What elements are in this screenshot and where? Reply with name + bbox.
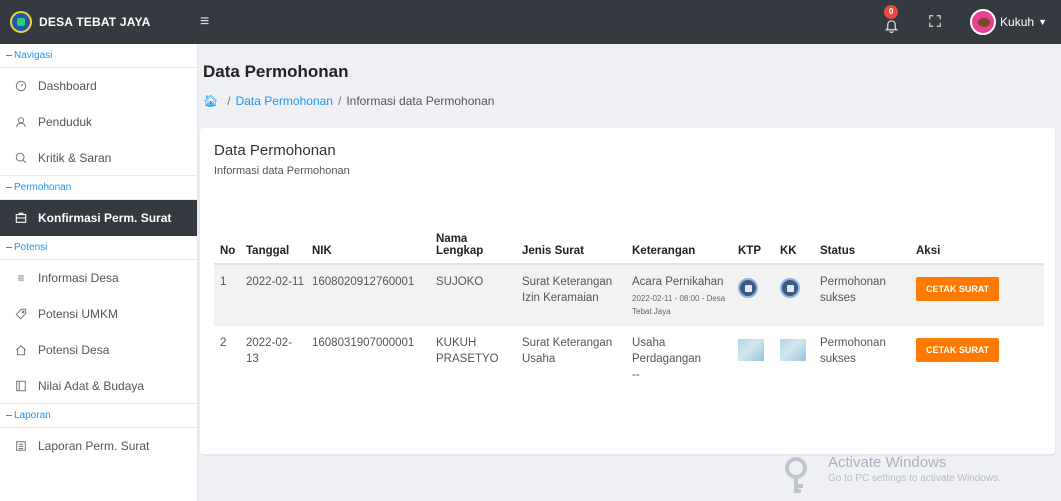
home-icon <box>14 343 28 357</box>
sidebar-item-dashboard[interactable]: Dashboard <box>0 68 197 104</box>
kk-document-icon[interactable] <box>780 278 800 298</box>
data-card: Data Permohonan Informasi data Permohona… <box>200 128 1055 454</box>
cell-no: 2 <box>220 337 227 349</box>
menu-toggle-icon[interactable]: ≡ <box>200 13 220 31</box>
page-title: Data Permohonan <box>203 62 349 81</box>
inbox-icon <box>14 211 28 225</box>
sidebar-item-potensi-umkm[interactable]: Potensi UMKM <box>0 296 197 332</box>
col-status: Status <box>820 218 916 265</box>
cell-ktp <box>738 326 780 391</box>
cell-status: Permohonan sukses <box>820 337 886 365</box>
ktp-document-icon[interactable] <box>738 278 758 298</box>
cell-jenis-surat: Surat Keterangan Izin Keramaian <box>522 264 632 326</box>
sidebar-item-konfirmasi-perm-surat[interactable]: Konfirmasi Perm. Surat <box>0 200 197 236</box>
cell-kk <box>780 264 820 326</box>
table-row: 2 2022-02-13 1608031907000001 KUKUH PRAS… <box>214 326 1044 391</box>
col-ktp: KTP <box>738 218 780 265</box>
permohonan-table: No Tanggal NIK Nama Lengkap Jenis Surat … <box>214 218 1044 391</box>
cell-status: Permohonan sukses <box>820 264 916 326</box>
sidebar-item-laporan-perm-surat[interactable]: Laporan Perm. Surat <box>0 428 197 464</box>
user-name: Kukuh <box>1000 15 1035 29</box>
cell-nama: KUKUH PRASETYO <box>436 337 499 365</box>
cell-tanggal: 2022-02-11 <box>246 264 312 326</box>
col-keterangan: Keterangan <box>632 218 738 265</box>
home-icon[interactable]: 🏠︎ <box>203 94 218 108</box>
key-icon <box>785 457 807 493</box>
kk-thumbnail[interactable] <box>780 339 806 361</box>
avatar <box>970 9 997 35</box>
cell-ktp <box>738 264 780 326</box>
cell-nama: SUJOKO <box>436 264 522 326</box>
village-logo-icon <box>10 11 32 33</box>
sidebar-item-informasi-desa[interactable]: ≡ Informasi Desa <box>0 260 197 296</box>
ktp-thumbnail[interactable] <box>738 339 764 361</box>
card-subtitle: Informasi data Permohonan <box>214 165 350 177</box>
col-jenis-surat: Jenis Surat <box>522 218 632 265</box>
sidebar-header-permohonan: Permohonan <box>0 176 197 200</box>
col-nama-lengkap: Nama Lengkap <box>436 218 522 265</box>
brand[interactable]: DESA TEBAT JAYA <box>0 0 198 44</box>
list-icon: ≡ <box>17 271 25 285</box>
tag-icon <box>14 307 28 321</box>
cetak-surat-button[interactable]: CETAK SURAT <box>916 338 1000 362</box>
cell-kk <box>780 326 820 391</box>
cetak-surat-button[interactable]: CETAK SURAT <box>916 277 1000 301</box>
notification-bell-icon[interactable]: 0 <box>880 5 902 33</box>
keterangan-detail: 2022-02-11 - 08:00 - Desa Tebat Jaya <box>632 294 726 316</box>
col-aksi: Aksi <box>916 218 1044 265</box>
breadcrumb-link-data-permohonan[interactable]: Data Permohonan <box>236 94 333 108</box>
breadcrumb: 🏠︎ / Data Permohonan / Informasi data Pe… <box>203 94 495 108</box>
card-title: Data Permohonan <box>214 142 336 159</box>
report-icon <box>14 439 28 453</box>
dashboard-icon <box>14 79 28 93</box>
cell-jenis-surat: Surat Keterangan Usaha <box>522 337 613 365</box>
cell-aksi: CETAK SURAT <box>916 326 1044 391</box>
keterangan-detail: -- <box>632 369 640 381</box>
breadcrumb-current: Informasi data Permohonan <box>346 94 495 108</box>
comment-icon <box>14 151 28 165</box>
col-nik: NIK <box>312 218 436 265</box>
fullscreen-icon[interactable] <box>928 14 944 30</box>
main-content: Data Permohonan 🏠︎ / Data Permohonan / I… <box>198 44 1061 501</box>
table-header-row: No Tanggal NIK Nama Lengkap Jenis Surat … <box>214 218 1044 265</box>
user-menu[interactable]: Kukuh ▼ <box>970 9 1047 35</box>
book-icon <box>14 379 28 393</box>
cell-nik: 1608020912760001 <box>312 264 436 326</box>
col-no: No <box>214 218 246 265</box>
col-tanggal: Tanggal <box>246 218 312 265</box>
sidebar-item-nilai-adat-budaya[interactable]: Nilai Adat & Budaya <box>0 368 197 404</box>
user-icon <box>14 115 28 129</box>
brand-name: DESA TEBAT JAYA <box>39 15 151 29</box>
windows-activation-watermark: Activate Windows Go to PC settings to ac… <box>785 454 1001 493</box>
sidebar-header-laporan: Laporan <box>0 404 197 428</box>
cell-keterangan: Acara Pernikahan 2022-02-11 - 08:00 - De… <box>632 264 738 326</box>
cell-keterangan: Usaha Perdagangan -- <box>632 326 738 391</box>
sidebar: Navigasi Dashboard Penduduk Kritik & Sar… <box>0 44 198 501</box>
sidebar-item-potensi-desa[interactable]: Potensi Desa <box>0 332 197 368</box>
cell-aksi: CETAK SURAT <box>916 264 1044 326</box>
notification-count-badge: 0 <box>884 5 899 19</box>
sidebar-header-navigasi: Navigasi <box>0 44 197 68</box>
cell-tanggal: 2022-02-13 <box>246 337 293 365</box>
chevron-down-icon: ▼ <box>1038 17 1047 27</box>
sidebar-item-kritik-saran[interactable]: Kritik & Saran <box>0 140 197 176</box>
sidebar-header-potensi: Potensi <box>0 236 197 260</box>
col-kk: KK <box>780 218 820 265</box>
cell-no: 1 <box>214 264 246 326</box>
table-row: 1 2022-02-11 1608020912760001 SUJOKO Sur… <box>214 264 1044 326</box>
top-navbar: DESA TEBAT JAYA ≡ 0 Kukuh ▼ <box>0 0 1061 44</box>
cell-nik: 1608031907000001 <box>312 337 415 349</box>
sidebar-item-penduduk[interactable]: Penduduk <box>0 104 197 140</box>
